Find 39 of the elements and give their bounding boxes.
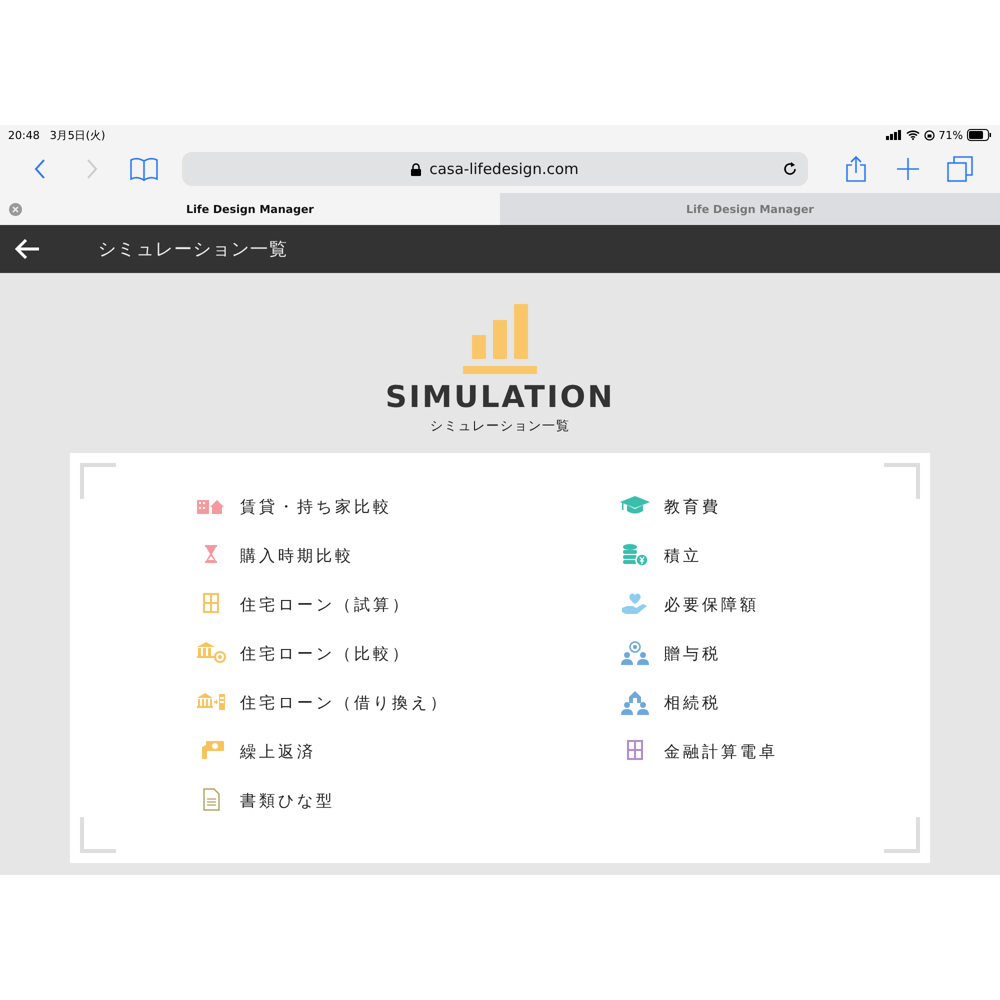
bookmarks-icon[interactable] xyxy=(130,157,158,181)
simulation-link[interactable]: 賃貸・持ち家比較 xyxy=(240,496,392,518)
back-icon[interactable] xyxy=(34,159,46,179)
back-arrow-icon[interactable] xyxy=(14,238,40,260)
lock-icon xyxy=(411,162,422,176)
signal-icon xyxy=(886,130,902,140)
corner-bracket xyxy=(80,817,116,853)
battery-icon xyxy=(967,129,992,141)
close-icon[interactable] xyxy=(9,203,22,216)
wifi-icon xyxy=(906,130,920,140)
status-date: 3月5日(火) xyxy=(50,128,106,142)
bar-chart-logo-icon xyxy=(462,303,538,375)
simulation-link[interactable]: 住宅ローン（試算） xyxy=(240,594,411,616)
status-time: 20:48 xyxy=(8,128,40,142)
tabs-icon[interactable] xyxy=(947,156,973,182)
address-bar[interactable]: casa-lifedesign.com xyxy=(182,152,808,186)
simulation-link[interactable]: 教育費 xyxy=(664,496,721,518)
new-tab-icon[interactable] xyxy=(897,158,919,180)
simulation-link[interactable]: 繰上返済 xyxy=(240,742,316,762)
simulation-link[interactable]: 贈与税 xyxy=(664,644,721,664)
simulation-link[interactable]: 購入時期比較 xyxy=(240,546,354,566)
simulation-link[interactable]: 住宅ローン（借り換え） xyxy=(240,692,449,714)
corner-bracket xyxy=(884,817,920,853)
simulation-link[interactable]: 相続税 xyxy=(664,692,721,714)
hero-title: SIMULATION xyxy=(385,383,615,413)
rotation-lock-icon xyxy=(924,130,935,140)
reload-icon[interactable] xyxy=(782,161,798,177)
corner-bracket xyxy=(884,463,920,499)
corner-bracket xyxy=(80,463,116,499)
hero-subtitle: シミュレーション一覧 xyxy=(430,418,570,435)
share-icon[interactable] xyxy=(846,156,866,182)
page-title: シミュレーション一覧 xyxy=(98,238,288,261)
simulation-link[interactable]: 書類ひな型 xyxy=(240,790,335,812)
simulation-link[interactable]: 必要保障額 xyxy=(664,594,759,616)
simulation-link[interactable]: 住宅ローン（比較） xyxy=(240,644,411,664)
simulation-link[interactable]: 積立 xyxy=(664,546,702,566)
battery-percent: 71% xyxy=(938,128,963,142)
browser-tab[interactable]: Life Design Manager xyxy=(0,193,500,225)
simulation-link[interactable]: 金融計算電卓 xyxy=(664,742,778,762)
